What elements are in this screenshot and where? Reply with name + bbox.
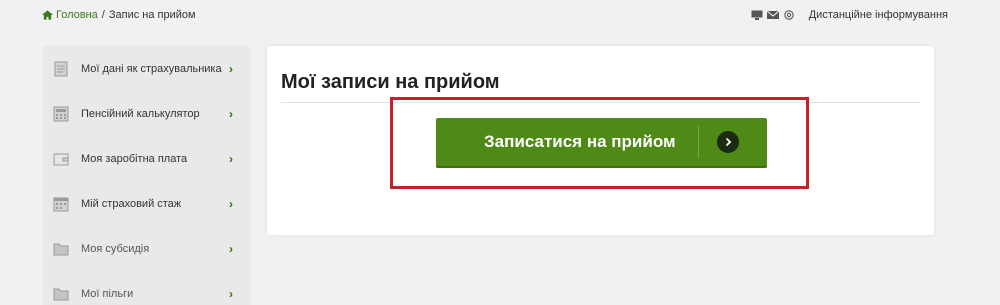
chevron-right-icon: › (229, 151, 233, 166)
folder-icon (53, 288, 69, 300)
folder-icon (53, 243, 69, 255)
top-bar: Головна / Запис на прийом Дистанційне ін… (0, 0, 1000, 30)
document-icon (54, 61, 68, 76)
sidebar-item-benefits[interactable]: Мої пільги › (43, 271, 251, 305)
sidebar-item-label: Мої дані як страхувальника (81, 62, 222, 75)
sidebar-item-label: Пенсійний калькулятор (81, 107, 200, 120)
sidebar-item-subsidy[interactable]: Моя субсидія › (43, 226, 251, 271)
page-title: Мої записи на прийом (281, 71, 500, 93)
chevron-right-icon: › (229, 196, 233, 211)
topbar-actions: Дистанційне інформування (751, 9, 948, 21)
sidebar: Мої дані як страхувальника › Пенсійний к… (43, 46, 251, 305)
sidebar-item-label: Моя субсидія (81, 242, 150, 255)
sidebar-item-insurer-data[interactable]: Мої дані як страхувальника › (43, 46, 251, 91)
sidebar-item-salary[interactable]: Моя заробітна плата › (43, 136, 251, 181)
arrow-right-icon (717, 131, 739, 153)
at-icon[interactable] (783, 10, 795, 20)
breadcrumb-home-label: Головна (56, 9, 98, 21)
chevron-right-icon: › (229, 241, 233, 256)
book-appointment-label: Записатися на прийом (484, 132, 676, 151)
sidebar-item-label: Мій страховий стаж (81, 197, 182, 210)
book-appointment-button[interactable]: Записатися на прийом (436, 118, 767, 166)
breadcrumb: Головна / Запис на прийом (42, 9, 196, 21)
calculator-icon (53, 106, 69, 121)
remote-info-link[interactable]: Дистанційне інформування (809, 9, 948, 21)
chevron-right-icon: › (229, 286, 233, 301)
breadcrumb-home-link[interactable]: Головна (42, 9, 98, 21)
envelope-icon[interactable] (766, 10, 779, 20)
wallet-icon (53, 153, 69, 165)
sidebar-item-pension-calculator[interactable]: Пенсійний калькулятор › (43, 91, 251, 136)
breadcrumb-separator: / (101, 9, 105, 21)
sidebar-item-label: Моя заробітна плата (81, 152, 188, 165)
chevron-right-icon: › (229, 61, 233, 76)
sidebar-item-label: Мої пільги (81, 287, 134, 300)
monitor-icon[interactable] (751, 10, 763, 20)
chevron-right-icon: › (229, 106, 233, 121)
home-icon (42, 10, 53, 20)
calendar-icon (53, 197, 69, 211)
breadcrumb-current: Запис на прийом (108, 9, 196, 21)
sidebar-item-insurance-record[interactable]: Мій страховий стаж › (43, 181, 251, 226)
button-divider (698, 126, 699, 158)
